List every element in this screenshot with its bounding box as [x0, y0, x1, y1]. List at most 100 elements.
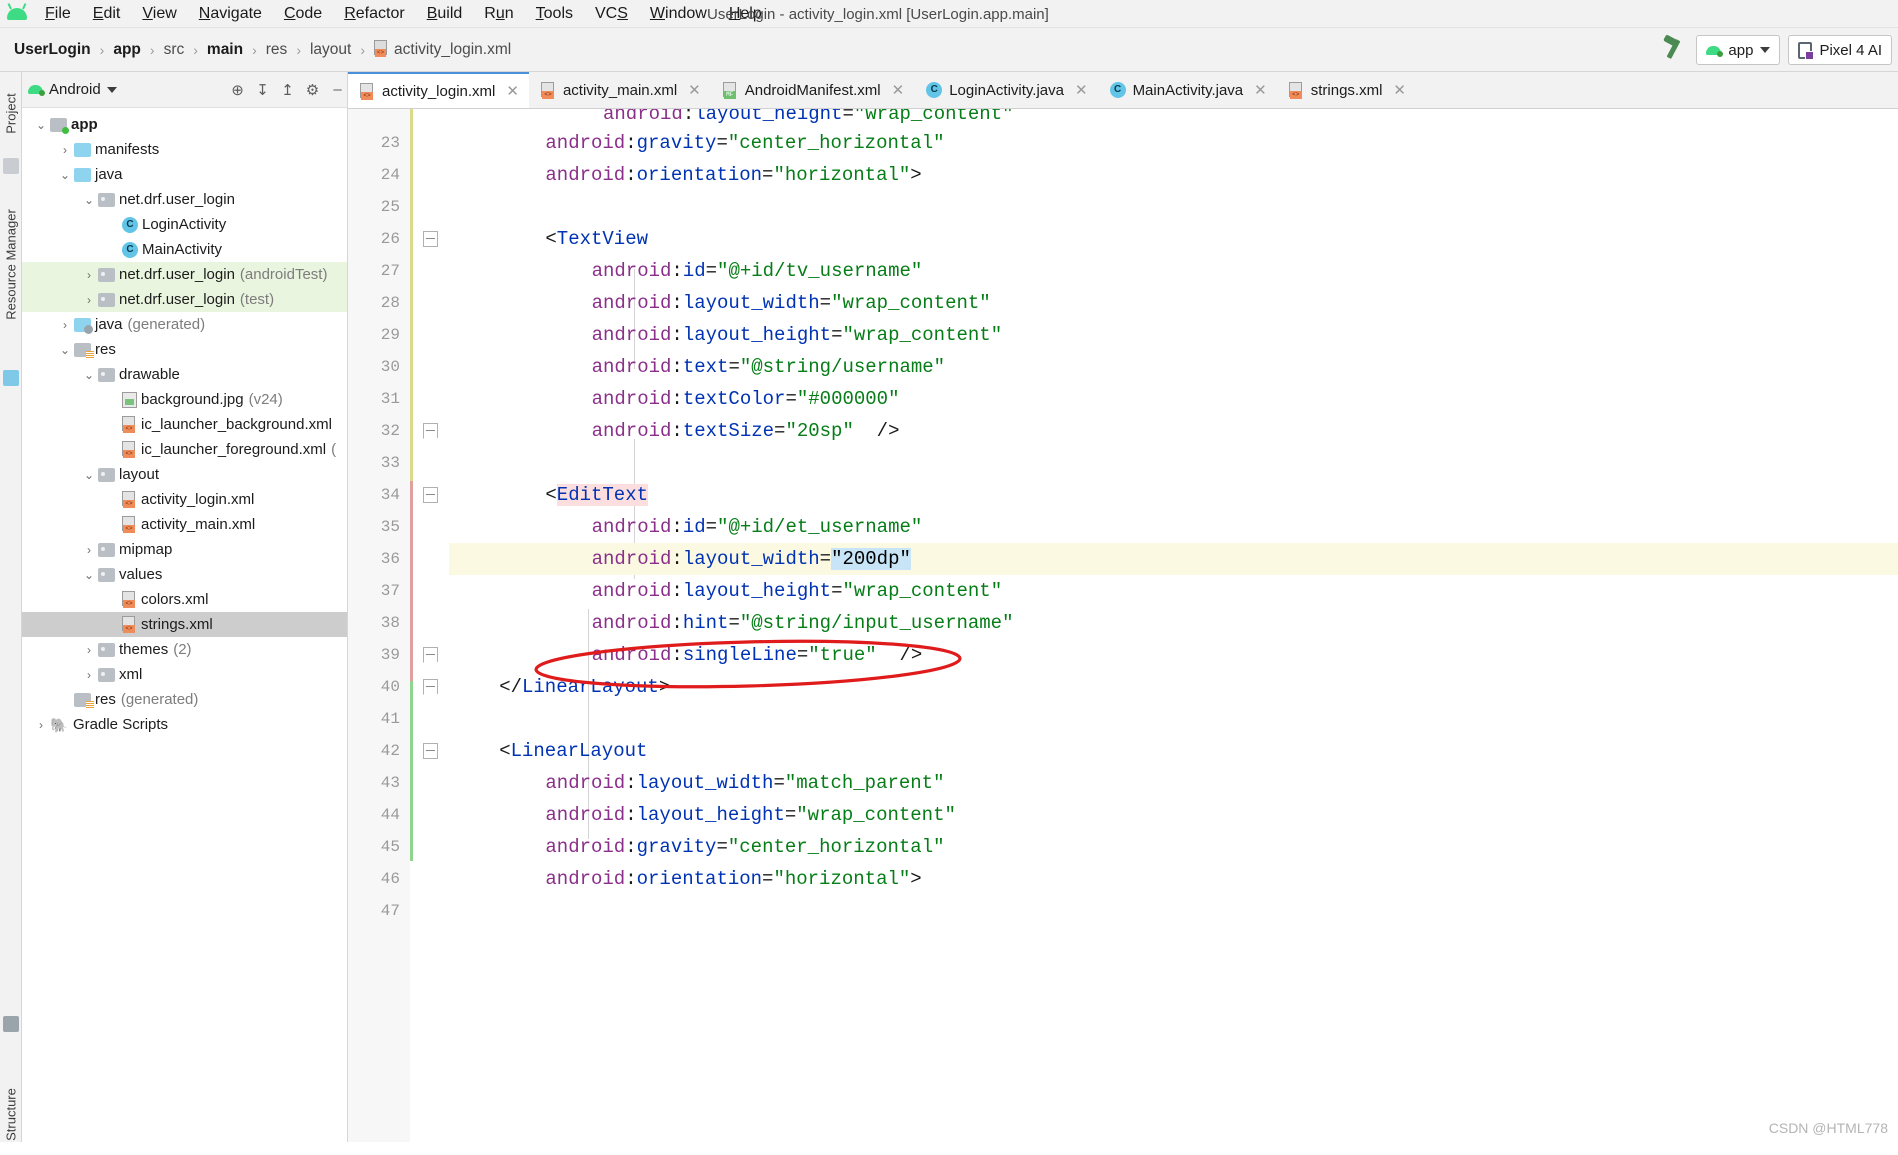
- code-line-31[interactable]: android:textColor="#000000": [449, 383, 1898, 415]
- code-line-37[interactable]: android:layout_height="wrap_content": [449, 575, 1898, 607]
- tree-row-java[interactable]: › java (generated): [22, 312, 347, 337]
- breadcrumb-item-layout[interactable]: layout: [310, 41, 351, 59]
- tool-window-structure[interactable]: Structure: [4, 1075, 19, 1155]
- tree-row-mainactivity[interactable]: C MainActivity: [22, 237, 347, 262]
- tree-row-drawable[interactable]: ⌄ drawable: [22, 362, 347, 387]
- editor-tab-strings-xml[interactable]: <> strings.xml ✕: [1277, 72, 1416, 108]
- close-icon[interactable]: ✕: [892, 81, 905, 99]
- code-line-23[interactable]: android:gravity="center_horizontal": [449, 127, 1898, 159]
- tree-row-java[interactable]: ⌄ java: [22, 162, 347, 187]
- code-line-25[interactable]: [449, 191, 1898, 223]
- tool-window-project[interactable]: Project: [4, 89, 19, 139]
- tree-row-res[interactable]: ⌄ res: [22, 337, 347, 362]
- code-line-45[interactable]: android:gravity="center_horizontal": [449, 831, 1898, 863]
- fold-marker-line-34[interactable]: [423, 487, 438, 503]
- menu-item-vcs[interactable]: VCS: [584, 5, 639, 23]
- code-content[interactable]: android:layout_height="wrap_content" andr…: [449, 109, 1898, 1142]
- chevron-right-icon[interactable]: ›: [80, 293, 98, 307]
- code-line-34[interactable]: <EditText: [449, 479, 1898, 511]
- collapse-all-icon[interactable]: ↧: [253, 80, 272, 99]
- menu-item-edit[interactable]: Edit: [82, 5, 132, 23]
- tree-row-colors-xml[interactable]: <> colors.xml: [22, 587, 347, 612]
- close-icon[interactable]: ✕: [1254, 81, 1267, 99]
- chevron-right-icon[interactable]: ›: [80, 668, 98, 682]
- chevron-down-icon[interactable]: ⌄: [80, 468, 98, 482]
- fold-marker-line-39[interactable]: [423, 647, 439, 669]
- fold-marker-line-40[interactable]: [423, 679, 439, 701]
- breadcrumb-item-res[interactable]: res: [266, 41, 288, 59]
- chevron-down-icon[interactable]: [106, 86, 117, 93]
- locate-icon[interactable]: ⊕: [228, 80, 247, 99]
- tree-row-xml[interactable]: › xml: [22, 662, 347, 687]
- chevron-right-icon[interactable]: ›: [80, 268, 98, 282]
- tree-row-app[interactable]: ⌄ app: [22, 112, 347, 137]
- chevron-right-icon[interactable]: ›: [80, 543, 98, 557]
- editor-tab-activity-login-xml[interactable]: <> activity_login.xml ✕: [348, 72, 529, 108]
- tree-row-res[interactable]: res (generated): [22, 687, 347, 712]
- chevron-down-icon[interactable]: ⌄: [80, 193, 98, 207]
- editor-tab-androidmanifest-xml[interactable]: MF AndroidManifest.xml ✕: [711, 72, 914, 108]
- breadcrumb-item-app[interactable]: app: [113, 41, 141, 59]
- breadcrumb-item-userlogin[interactable]: UserLogin: [14, 41, 91, 59]
- code-line-26[interactable]: <TextView: [449, 223, 1898, 255]
- code-line-47[interactable]: [449, 895, 1898, 927]
- tree-row-activity-login-xml[interactable]: <> activity_login.xml: [22, 487, 347, 512]
- editor-tab-strip[interactable]: <> activity_login.xml ✕ <> activity_main.xml…: [348, 72, 1898, 109]
- tree-row-themes[interactable]: › themes (2): [22, 637, 347, 662]
- menu-item-navigate[interactable]: Navigate: [188, 5, 273, 23]
- editor-tab-loginactivity-java[interactable]: C LoginActivity.java ✕: [914, 72, 1097, 108]
- project-view-title[interactable]: Android: [49, 81, 101, 98]
- breadcrumb-item-src[interactable]: src: [164, 41, 185, 59]
- device-selector[interactable]: Pixel 4 AI: [1788, 35, 1892, 65]
- chevron-down-icon[interactable]: ⌄: [56, 343, 74, 357]
- tree-row-loginactivity[interactable]: C LoginActivity: [22, 212, 347, 237]
- fold-marker-line-26[interactable]: [423, 231, 438, 247]
- code-line-40[interactable]: </LinearLayout>: [449, 671, 1898, 703]
- chevron-down-icon[interactable]: ⌄: [56, 168, 74, 182]
- tree-row-layout[interactable]: ⌄ layout: [22, 462, 347, 487]
- tree-row-net-drf-user-login[interactable]: ⌄ net.drf.user_login: [22, 187, 347, 212]
- tree-row-gradle-scripts[interactable]: › 🐘 Gradle Scripts: [22, 712, 347, 737]
- close-icon[interactable]: ✕: [1075, 81, 1088, 99]
- gear-icon[interactable]: ⚙: [303, 80, 322, 99]
- code-line-24[interactable]: android:orientation="horizontal">: [449, 159, 1898, 191]
- editor-tab-activity-main-xml[interactable]: <> activity_main.xml ✕: [529, 72, 711, 108]
- chevron-right-icon[interactable]: ›: [32, 718, 50, 732]
- close-icon[interactable]: ✕: [1393, 81, 1406, 99]
- menu-item-tools[interactable]: Tools: [525, 5, 584, 23]
- expand-all-icon[interactable]: ↥: [278, 80, 297, 99]
- breadcrumb-file[interactable]: <> activity_login.xml: [374, 40, 511, 59]
- tree-row-ic-launcher-background-xml[interactable]: <> ic_launcher_background.xml: [22, 412, 347, 437]
- menu-item-view[interactable]: View: [131, 5, 187, 23]
- code-line-38[interactable]: android:hint="@string/input_username": [449, 607, 1898, 639]
- tree-row-net-drf-user-login[interactable]: › net.drf.user_login (test): [22, 287, 347, 312]
- chevron-down-icon[interactable]: ⌄: [80, 568, 98, 582]
- run-configuration-selector[interactable]: app: [1696, 35, 1781, 65]
- tree-row-background-jpg[interactable]: background.jpg (v24): [22, 387, 347, 412]
- code-line-42[interactable]: <LinearLayout: [449, 735, 1898, 767]
- code-line-35[interactable]: android:id="@+id/et_username": [449, 511, 1898, 543]
- chevron-right-icon[interactable]: ›: [56, 143, 74, 157]
- menu-item-code[interactable]: Code: [273, 5, 333, 23]
- menu-item-build[interactable]: Build: [416, 5, 474, 23]
- fold-marker-line-42[interactable]: [423, 743, 438, 759]
- chevron-down-icon[interactable]: ⌄: [32, 118, 50, 132]
- project-tree[interactable]: ⌄ app › manifests ⌄ java ⌄ net.drf.user_login C L…: [22, 108, 347, 1142]
- close-icon[interactable]: ✕: [506, 82, 519, 100]
- code-line-39[interactable]: android:singleLine="true" />: [449, 639, 1898, 671]
- fold-column[interactable]: [413, 109, 449, 1142]
- code-line-33[interactable]: [449, 447, 1898, 479]
- menu-item-run[interactable]: Run: [473, 5, 524, 23]
- chevron-right-icon[interactable]: ›: [80, 643, 98, 657]
- code-line-32[interactable]: android:textSize="20sp" />: [449, 415, 1898, 447]
- code-line-28[interactable]: android:layout_width="wrap_content": [449, 287, 1898, 319]
- code-line-44[interactable]: android:layout_height="wrap_content": [449, 799, 1898, 831]
- hammer-icon[interactable]: [1658, 34, 1688, 65]
- code-line-41[interactable]: [449, 703, 1898, 735]
- menu-item-refactor[interactable]: Refactor: [333, 5, 415, 23]
- chevron-down-icon[interactable]: ⌄: [80, 368, 98, 382]
- code-line-27[interactable]: android:id="@+id/tv_username": [449, 255, 1898, 287]
- tree-row-mipmap[interactable]: › mipmap: [22, 537, 347, 562]
- chevron-right-icon[interactable]: ›: [56, 318, 74, 332]
- tree-row-strings-xml[interactable]: <> strings.xml: [22, 612, 347, 637]
